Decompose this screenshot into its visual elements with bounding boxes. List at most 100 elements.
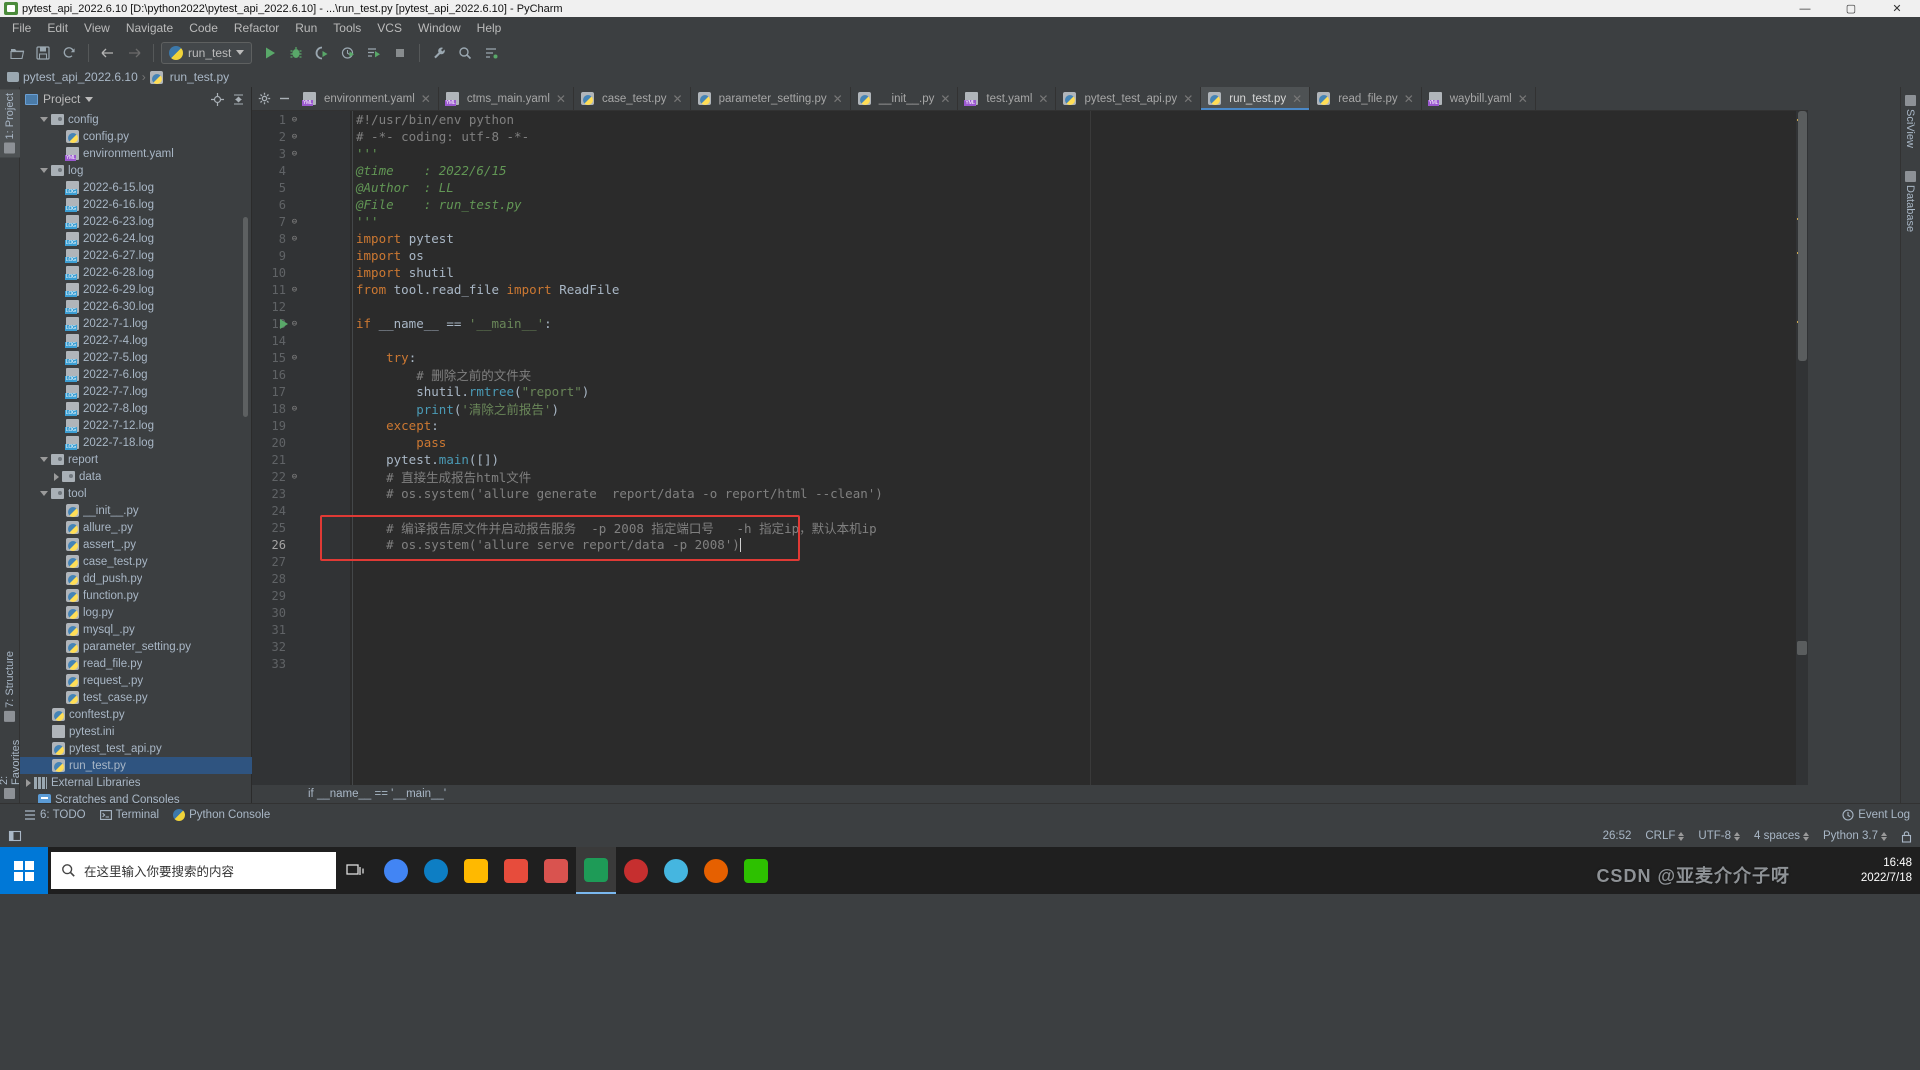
tree-item-read-file-py[interactable]: read_file.py (20, 655, 252, 672)
code-line[interactable]: 6 @File : run_test.py (279, 196, 1808, 213)
code-line[interactable]: 29 (272, 587, 1808, 604)
run-with-coverage-icon[interactable] (310, 41, 334, 65)
editor-scroll-marker[interactable] (1797, 641, 1807, 655)
run-gutter-icon[interactable] (280, 318, 288, 329)
code-fold-icon[interactable]: ⊖ (290, 115, 299, 125)
menu-refactor[interactable]: Refactor (226, 19, 287, 37)
taskbar-chrome-icon[interactable] (376, 847, 416, 894)
tree-item-dd-push-py[interactable]: dd_push.py (20, 570, 252, 587)
taskbar-qq-icon[interactable] (656, 847, 696, 894)
menu-window[interactable]: Window (410, 19, 469, 37)
tree-item-allure-py[interactable]: allure_.py (20, 519, 252, 536)
tree-item-data[interactable]: data (20, 468, 252, 485)
code-fold-icon[interactable]: ⊖ (290, 132, 299, 142)
menu-help[interactable]: Help (469, 19, 510, 37)
tree-item-request-py[interactable]: request_.py (20, 672, 252, 689)
menu-navigate[interactable]: Navigate (118, 19, 181, 37)
code-line[interactable]: 22 ⊖ # 直接生成报告html文件 (272, 468, 1808, 486)
gear-icon[interactable] (256, 91, 272, 107)
code-line[interactable]: 31 (272, 621, 1808, 638)
tree-item-2022-6-29-log[interactable]: LOG 2022-6-29.log (20, 281, 252, 298)
sidebar-item-sciview[interactable]: SciView (1900, 91, 1920, 152)
tree-item-external-libraries[interactable]: External Libraries (20, 774, 252, 791)
code-line[interactable]: 30 (272, 604, 1808, 621)
code-line[interactable]: 16 # 删除之前的文件夹 (272, 366, 1808, 384)
editor-marker-bar[interactable] (1796, 111, 1808, 785)
chevron-down-icon[interactable] (85, 96, 94, 102)
wrench-icon[interactable] (427, 41, 451, 65)
tree-item-test-case-py[interactable]: test_case.py (20, 689, 252, 706)
taskbar-firefox-icon[interactable] (696, 847, 736, 894)
code-line[interactable]: 3 ⊖ ''' (279, 145, 1808, 162)
bottom-item-terminal[interactable]: Terminal (99, 809, 159, 821)
close-icon[interactable]: ✕ (1292, 92, 1302, 106)
editor-tab-waybill-yaml[interactable]: YML waybill.yaml ✕ (1421, 87, 1536, 110)
taskbar-search-input[interactable]: 在这里输入你要搜索的内容 (51, 852, 336, 889)
chevron-down-icon[interactable] (40, 168, 48, 173)
code-line[interactable]: 17 shutil.rmtree("report") (272, 383, 1808, 400)
code-line[interactable]: 13 ⊖ if __name__ == '__main__': (272, 315, 1808, 332)
stop-icon[interactable] (388, 41, 412, 65)
tree-item-2022-6-15-log[interactable]: LOG 2022-6-15.log (20, 179, 252, 196)
bottom-item-event-log[interactable]: Event Log (1842, 809, 1910, 821)
taskbar-edge-icon[interactable] (416, 847, 456, 894)
code-fold-icon[interactable]: ⊖ (290, 319, 299, 329)
status-bar-toggle-icon[interactable] (8, 829, 22, 843)
tree-item-2022-7-8-log[interactable]: LOG 2022-7-8.log (20, 400, 252, 417)
taskbar-wps-writer-icon[interactable] (536, 847, 576, 894)
menu-tools[interactable]: Tools (325, 19, 369, 37)
tree-item-2022-7-7-log[interactable]: LOG 2022-7-7.log (20, 383, 252, 400)
code-line[interactable]: 8 ⊖ import pytest (279, 230, 1808, 247)
collapse-all-icon[interactable] (230, 91, 246, 107)
tree-item-mysql-py[interactable]: mysql_.py (20, 621, 252, 638)
back-arrow-icon[interactable] (96, 41, 120, 65)
code-fold-icon[interactable]: ⊖ (290, 149, 299, 159)
tree-item-2022-7-12-log[interactable]: LOG 2022-7-12.log (20, 417, 252, 434)
close-icon[interactable]: ✕ (940, 92, 950, 106)
tree-item-2022-6-24-log[interactable]: LOG 2022-6-24.log (20, 230, 252, 247)
taskbar-wechat-icon[interactable] (736, 847, 776, 894)
project-file-tree[interactable]: config config.py YML environment.yaml log LOG… (20, 111, 252, 803)
bottom-item-todo[interactable]: 6: TODO (24, 809, 86, 821)
scroll-from-source-icon[interactable] (209, 91, 225, 107)
code-fold-icon[interactable]: ⊖ (290, 404, 299, 414)
close-icon[interactable]: ✕ (1518, 92, 1528, 106)
breadcrumb-project[interactable]: pytest_api_2022.6.10 (23, 70, 138, 84)
menu-run[interactable]: Run (287, 19, 325, 37)
taskbar-netease-music-icon[interactable] (616, 847, 656, 894)
code-line[interactable]: 15 ⊖ try: (272, 349, 1808, 366)
code-line[interactable]: 20 pass (272, 434, 1808, 451)
open-folder-icon[interactable] (5, 41, 29, 65)
tree-item-pytest-test-api-py[interactable]: pytest_test_api.py (20, 740, 252, 757)
code-line[interactable]: 23 # os.system('allure generate report/d… (272, 485, 1808, 502)
editor-scrollbar-thumb[interactable] (1798, 111, 1807, 361)
code-line[interactable]: 33 (272, 655, 1808, 672)
code-editor[interactable]: 1 ⊖ #!/usr/bin/env python 2 ⊖ # -*- coding: u… (252, 111, 1808, 785)
code-line[interactable]: 1 ⊖ #!/usr/bin/env python (279, 111, 1808, 128)
tree-item-2022-7-5-log[interactable]: LOG 2022-7-5.log (20, 349, 252, 366)
interpreter-selector[interactable]: Python 3.7 (1823, 830, 1887, 842)
task-view-icon[interactable] (336, 847, 376, 894)
code-line[interactable]: 21 pytest.main([]) (272, 451, 1808, 468)
debug-icon[interactable] (284, 41, 308, 65)
code-line[interactable]: 28 (272, 570, 1808, 587)
lock-icon[interactable] (1901, 830, 1912, 843)
close-icon[interactable]: ✕ (673, 92, 683, 106)
code-fold-icon[interactable]: ⊖ (290, 285, 299, 295)
code-lines[interactable]: 1 ⊖ #!/usr/bin/env python 2 ⊖ # -*- coding: u… (272, 111, 1808, 785)
line-separator-selector[interactable]: CRLF (1645, 830, 1685, 842)
editor-tab-read-file-py[interactable]: read_file.py ✕ (1310, 87, 1422, 110)
tree-item-parameter-setting-py[interactable]: parameter_setting.py (20, 638, 252, 655)
editor-tab-parameter-setting-py[interactable]: parameter_setting.py ✕ (690, 87, 851, 110)
editor-tab-ctms-main-yaml[interactable]: YML ctms_main.yaml ✕ (438, 87, 574, 110)
editor-tab-pytest-test-api-py[interactable]: pytest_test_api.py ✕ (1056, 87, 1202, 110)
code-line[interactable]: 24 (272, 502, 1808, 519)
tree-item-run-test-py[interactable]: run_test.py (20, 757, 252, 774)
code-line[interactable]: 10 import shutil (272, 264, 1808, 281)
minimize-button[interactable]: — (1782, 0, 1828, 17)
tree-item-case-test-py[interactable]: case_test.py (20, 553, 252, 570)
rerun-tests-icon[interactable] (362, 41, 386, 65)
maximize-button[interactable]: ▢ (1828, 0, 1874, 17)
sync-icon[interactable] (57, 41, 81, 65)
tree-item-2022-7-4-log[interactable]: LOG 2022-7-4.log (20, 332, 252, 349)
